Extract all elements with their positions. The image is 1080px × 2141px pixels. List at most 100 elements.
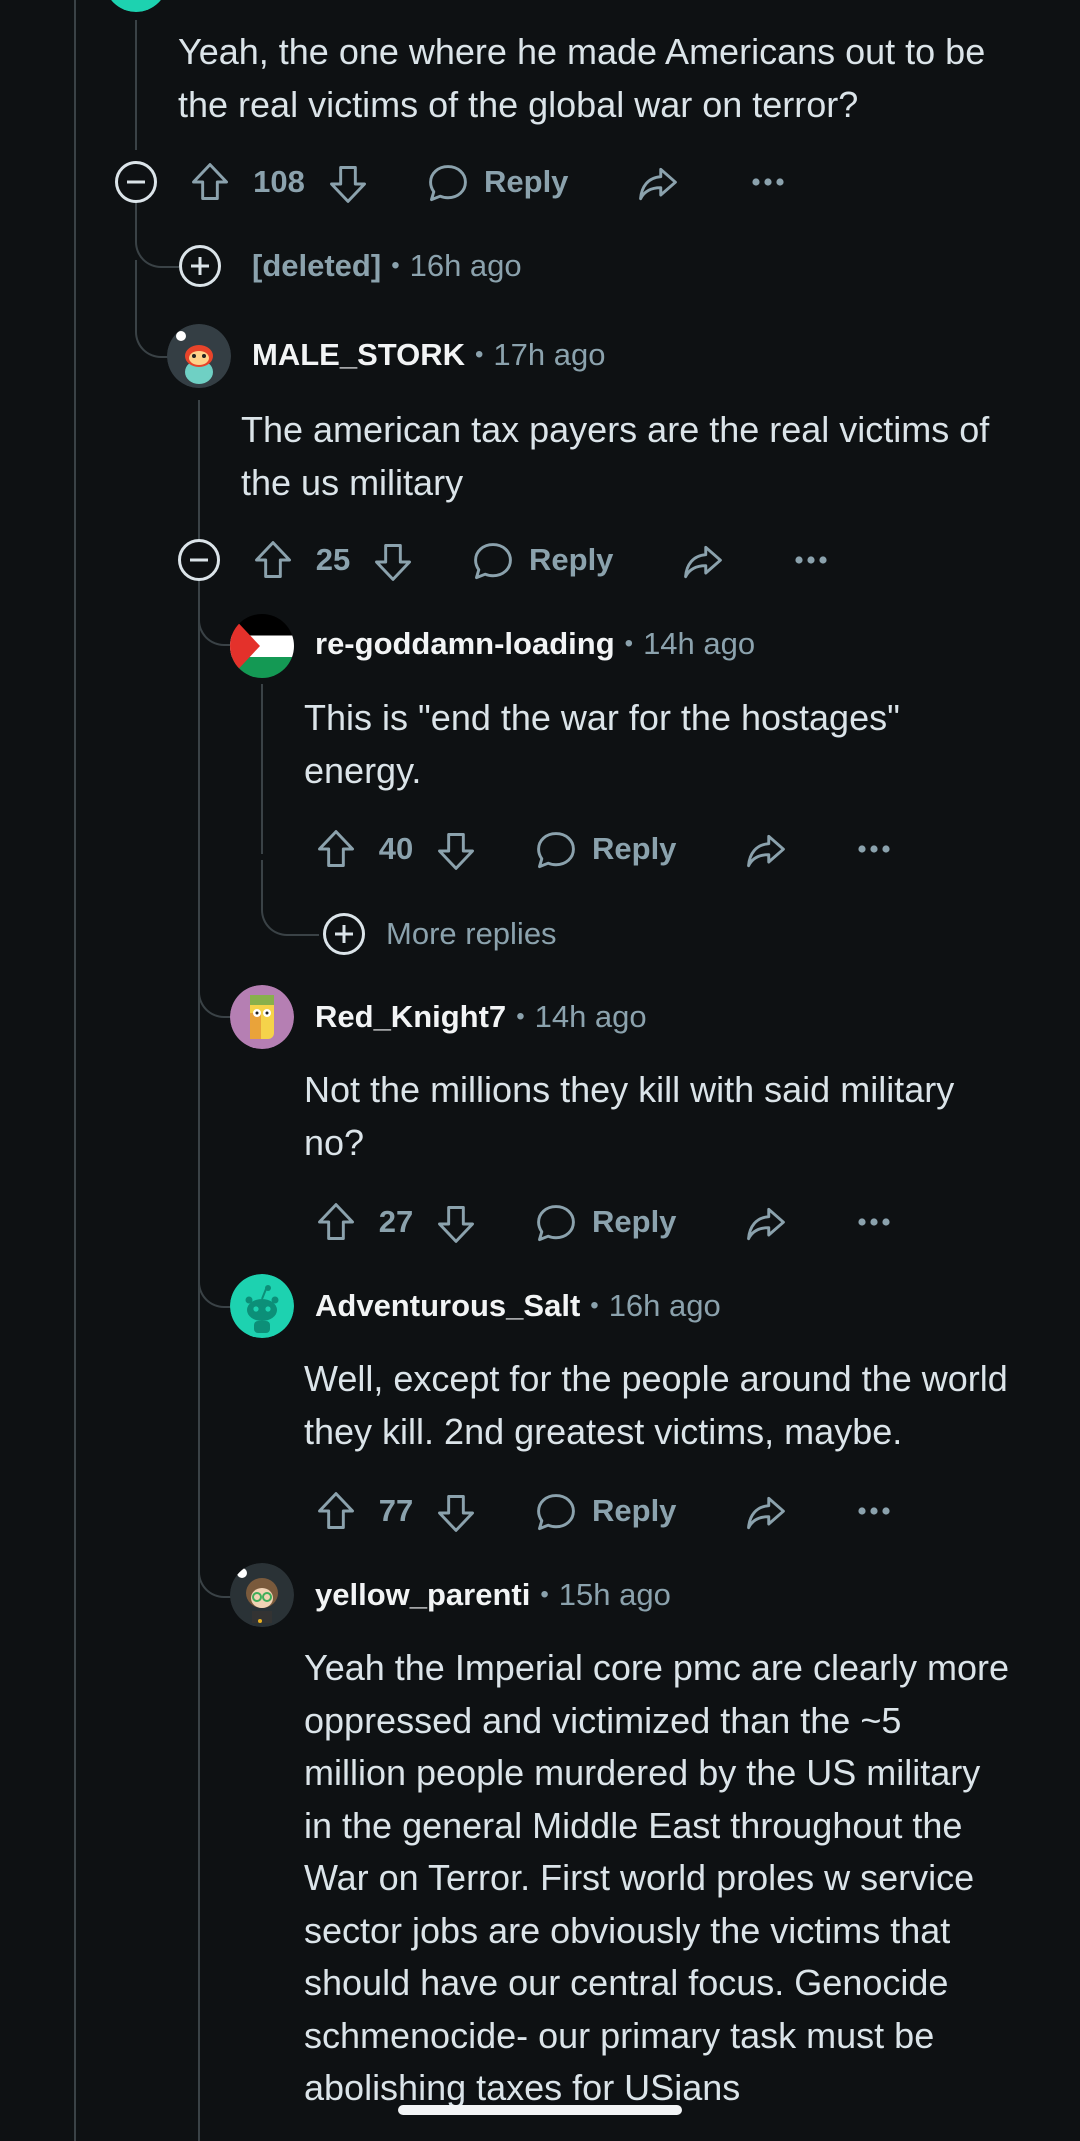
thread-line-male-stork bbox=[198, 400, 200, 540]
arrow-up-icon bbox=[318, 1203, 354, 1240]
thread-connector-re-goddamn bbox=[198, 600, 232, 646]
plus-circle-icon bbox=[323, 913, 365, 955]
reply-button-re-goddamn[interactable] bbox=[532, 827, 580, 875]
avatar-adventurous-salt[interactable] bbox=[230, 1274, 294, 1338]
expand-button-deleted[interactable] bbox=[178, 244, 222, 288]
meta-separator: • bbox=[391, 252, 400, 279]
arrow-down-icon bbox=[375, 544, 411, 581]
vote-count-adventurous-salt: 77 bbox=[378, 1493, 414, 1528]
author-red-knight[interactable]: Red_Knight7 bbox=[315, 997, 506, 1037]
thread-connector-deleted bbox=[135, 200, 179, 268]
re-goddamn-meta: re-goddamn-loading • 14h ago bbox=[315, 624, 755, 664]
arrow-up-icon bbox=[318, 1492, 354, 1529]
thread-connector-more-replies bbox=[261, 860, 319, 936]
share-button-adventurous-salt[interactable] bbox=[742, 1489, 790, 1537]
reply-button-top-comment[interactable] bbox=[424, 160, 472, 208]
thread-connector-yellow-parenti bbox=[198, 1540, 232, 1598]
meta-separator: • bbox=[590, 1292, 599, 1319]
downvote-button-red-knight[interactable] bbox=[432, 1200, 480, 1248]
author-adventurous-salt[interactable]: Adventurous_Salt bbox=[315, 1286, 580, 1326]
speech-bubble-icon bbox=[429, 165, 467, 202]
more-options-adventurous-salt[interactable] bbox=[850, 1491, 898, 1531]
meta-separator: • bbox=[624, 630, 634, 657]
home-indicator[interactable] bbox=[398, 2105, 682, 2115]
reply-label-male-stork[interactable]: Reply bbox=[529, 540, 613, 580]
time-male-stork: 17h ago bbox=[493, 337, 606, 372]
upvote-button-red-knight[interactable] bbox=[312, 1198, 360, 1246]
adventurous-salt-meta: Adventurous_Salt • 16h ago bbox=[315, 1286, 721, 1326]
avatar-red-knight[interactable] bbox=[230, 985, 294, 1049]
time-red-knight: 14h ago bbox=[534, 999, 647, 1034]
plus-circle-icon bbox=[179, 245, 221, 287]
avatar-yellow-parenti[interactable] bbox=[230, 1563, 294, 1627]
arrow-down-icon bbox=[438, 833, 474, 870]
reply-button-adventurous-salt[interactable] bbox=[532, 1489, 580, 1537]
thread-line-top-comment bbox=[135, 20, 137, 150]
upvote-button-top-comment[interactable] bbox=[186, 158, 234, 206]
more-options-top-comment[interactable] bbox=[744, 162, 792, 202]
thread-line-root bbox=[74, 0, 76, 2141]
top-comment-body: Yeah, the one where he made Americans ou… bbox=[178, 31, 986, 125]
speech-bubble-icon bbox=[474, 543, 512, 580]
ellipsis-icon bbox=[858, 1218, 890, 1226]
upvote-button-re-goddamn[interactable] bbox=[312, 825, 360, 873]
vote-count-male-stork: 25 bbox=[315, 542, 351, 577]
speech-bubble-icon bbox=[537, 832, 575, 869]
expand-more-replies-button[interactable] bbox=[322, 912, 366, 956]
red-knight-meta: Red_Knight7 • 14h ago bbox=[315, 997, 647, 1037]
avatar-re-goddamn[interactable] bbox=[230, 614, 294, 678]
thread-connector-adventurous-salt bbox=[198, 1250, 232, 1308]
upvote-button-adventurous-salt[interactable] bbox=[312, 1487, 360, 1535]
downvote-button-top-comment[interactable] bbox=[324, 160, 372, 208]
collapse-button-male-stork[interactable] bbox=[177, 538, 221, 582]
avatar-top-comment[interactable] bbox=[104, 0, 168, 12]
minus-circle-icon bbox=[178, 539, 220, 581]
author-male-stork[interactable]: MALE_STORK bbox=[252, 335, 465, 375]
downvote-button-re-goddamn[interactable] bbox=[432, 827, 480, 875]
vote-count-red-knight: 27 bbox=[378, 1204, 414, 1239]
reply-button-male-stork[interactable] bbox=[469, 538, 517, 586]
author-yellow-parenti[interactable]: yellow_parenti bbox=[315, 1575, 530, 1615]
arrow-up-icon bbox=[192, 163, 228, 200]
share-arrow-icon bbox=[747, 1496, 785, 1530]
more-options-male-stork[interactable] bbox=[787, 540, 835, 580]
thread-connector-red-knight bbox=[198, 960, 232, 1018]
share-button-red-knight[interactable] bbox=[742, 1200, 790, 1248]
upvote-button-male-stork[interactable] bbox=[249, 536, 297, 584]
reply-label-adventurous-salt[interactable]: Reply bbox=[592, 1491, 676, 1531]
meta-separator: • bbox=[475, 341, 484, 368]
time-re-goddamn: 14h ago bbox=[643, 626, 756, 661]
downvote-button-male-stork[interactable] bbox=[369, 538, 417, 586]
arrow-down-icon bbox=[330, 166, 366, 203]
collapse-button-top-comment[interactable] bbox=[114, 160, 158, 204]
reply-label-top-comment[interactable]: Reply bbox=[484, 162, 568, 202]
reply-button-red-knight[interactable] bbox=[532, 1200, 580, 1248]
author-re-goddamn[interactable]: re-goddamn-loading bbox=[315, 624, 615, 664]
downvote-button-adventurous-salt[interactable] bbox=[432, 1489, 480, 1537]
minus-circle-icon bbox=[115, 161, 157, 203]
arrow-up-icon bbox=[318, 830, 354, 867]
share-button-re-goddamn[interactable] bbox=[742, 827, 790, 875]
avatar-male-stork[interactable] bbox=[167, 324, 231, 388]
time-adventurous-salt: 16h ago bbox=[608, 1288, 721, 1323]
share-button-top-comment[interactable] bbox=[634, 160, 682, 208]
more-options-red-knight[interactable] bbox=[850, 1202, 898, 1242]
speech-bubble-icon bbox=[537, 1494, 575, 1531]
meta-separator: • bbox=[516, 1003, 525, 1030]
reply-label-re-goddamn[interactable]: Reply bbox=[592, 829, 676, 869]
yellow-parenti-meta: yellow_parenti • 15h ago bbox=[315, 1575, 671, 1615]
arrow-down-icon bbox=[438, 1206, 474, 1243]
male-stork-body: The american tax payers are the real vic… bbox=[241, 409, 990, 503]
deleted-comment-meta: [deleted] • 16h ago bbox=[252, 246, 522, 286]
ellipsis-icon bbox=[795, 556, 827, 564]
thread-connector-male-stork bbox=[135, 260, 169, 358]
reply-label-red-knight[interactable]: Reply bbox=[592, 1202, 676, 1242]
yellow-parenti-body: Yeah the Imperial core pmc are clearly m… bbox=[304, 1647, 1009, 2108]
ellipsis-icon bbox=[858, 845, 890, 853]
share-arrow-icon bbox=[747, 834, 785, 868]
thread-line-re-goddamn bbox=[261, 684, 263, 854]
more-options-re-goddamn[interactable] bbox=[850, 829, 898, 869]
more-replies-link[interactable]: More replies bbox=[386, 914, 557, 954]
share-button-male-stork[interactable] bbox=[679, 538, 727, 586]
time-yellow-parenti: 15h ago bbox=[558, 1577, 671, 1612]
